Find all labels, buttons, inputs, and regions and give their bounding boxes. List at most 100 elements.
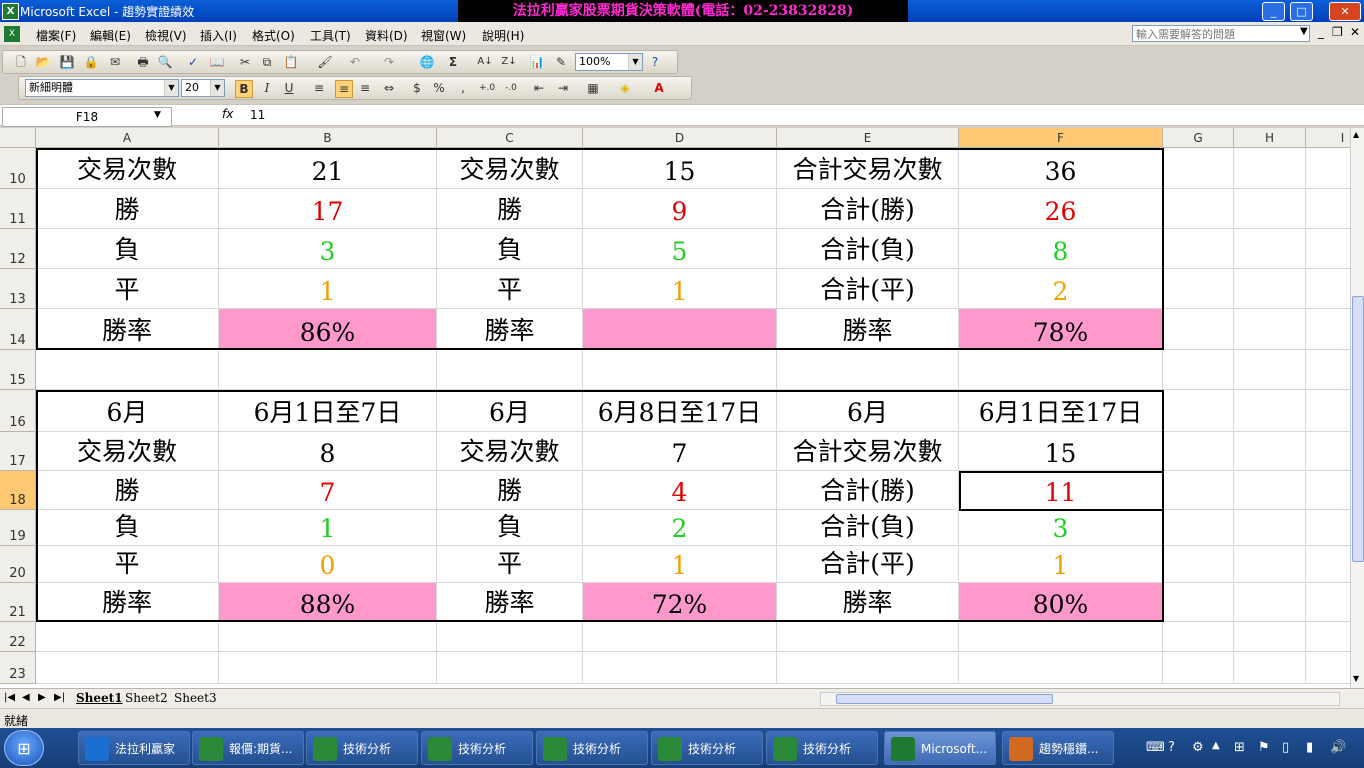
cell-b18[interactable]: 7 xyxy=(219,471,437,510)
cell-e14[interactable]: 勝率 xyxy=(777,309,959,350)
align-right-icon[interactable]: ≡ xyxy=(357,80,373,96)
cell-c20[interactable]: 平 xyxy=(437,546,583,583)
email-icon[interactable]: ✉ xyxy=(107,54,123,70)
cell-h16[interactable] xyxy=(1234,390,1306,432)
volume-icon[interactable]: 🔊 xyxy=(1330,740,1346,755)
cut-icon[interactable]: ✂ xyxy=(237,54,253,70)
cell-i19[interactable] xyxy=(1306,510,1350,546)
undo-icon[interactable]: ↶ xyxy=(347,54,363,70)
row-header-22[interactable]: 22 xyxy=(0,622,36,652)
tab-nav-next-icon[interactable]: ▶ xyxy=(38,692,46,703)
tab-nav-last-icon[interactable]: ▶| xyxy=(54,692,65,703)
cell-f16[interactable]: 6月1日至17日 xyxy=(959,390,1163,432)
show-hidden-icon[interactable]: ▲ xyxy=(1212,740,1220,751)
taskbar-item-7[interactable]: 技術分析 xyxy=(766,731,878,765)
cell-d15[interactable] xyxy=(583,350,777,390)
cell-f21[interactable]: 80% xyxy=(959,583,1163,622)
doc-restore-icon[interactable]: ❐ xyxy=(1332,25,1343,39)
cell-i11[interactable] xyxy=(1306,189,1350,229)
network-icon[interactable]: ▮ xyxy=(1306,740,1313,755)
sort-descending-icon[interactable]: Z↓ xyxy=(501,54,517,70)
cell-a14[interactable]: 勝率 xyxy=(36,309,219,350)
doc-close-icon[interactable]: ✕ xyxy=(1350,25,1360,39)
maximize-button[interactable]: □ xyxy=(1290,2,1313,21)
cell-f23[interactable] xyxy=(959,652,1163,684)
cell-h21[interactable] xyxy=(1234,583,1306,622)
column-header-i[interactable]: I xyxy=(1306,128,1350,148)
taskbar-item-8[interactable]: Microsoft... xyxy=(884,731,996,765)
cell-g19[interactable] xyxy=(1163,510,1234,546)
cell-e10[interactable]: 合計交易次數 xyxy=(777,148,959,189)
copy-icon[interactable]: ⧉ xyxy=(259,54,275,70)
cell-a21[interactable]: 勝率 xyxy=(36,583,219,622)
horizontal-scroll-thumb[interactable] xyxy=(836,694,1053,704)
cell-i22[interactable] xyxy=(1306,622,1350,652)
cell-h14[interactable] xyxy=(1234,309,1306,350)
sheet-tab-1[interactable]: Sheet1 xyxy=(76,691,123,705)
increase-indent-icon[interactable]: ⇥ xyxy=(555,80,571,96)
scroll-down-icon[interactable]: ▼ xyxy=(1353,674,1359,683)
cell-d19[interactable]: 2 xyxy=(583,510,777,546)
sheet-tab-3[interactable]: Sheet3 xyxy=(174,691,217,705)
cell-a12[interactable]: 負 xyxy=(36,229,219,269)
cell-d16[interactable]: 6月8日至17日 xyxy=(583,390,777,432)
italic-button[interactable]: I xyxy=(259,80,275,96)
row-header-14[interactable]: 14 xyxy=(0,309,36,350)
cell-h23[interactable] xyxy=(1234,652,1306,684)
row-header-12[interactable]: 12 xyxy=(0,229,36,269)
cell-b12[interactable]: 3 xyxy=(219,229,437,269)
cell-a15[interactable] xyxy=(36,350,219,390)
cell-c17[interactable]: 交易次數 xyxy=(437,432,583,471)
cell-c15[interactable] xyxy=(437,350,583,390)
currency-button[interactable]: $ xyxy=(409,80,425,96)
row-header-18[interactable]: 18 xyxy=(0,471,36,510)
menu-window[interactable]: 視窗(W) xyxy=(421,27,466,44)
increase-decimal-icon[interactable]: +.0 xyxy=(479,80,495,96)
cell-e11[interactable]: 合計(勝) xyxy=(777,189,959,229)
row-header-16[interactable]: 16 xyxy=(0,390,36,432)
cell-a16[interactable]: 6月 xyxy=(36,390,219,432)
align-left-icon[interactable]: ≡ xyxy=(311,80,327,96)
cell-f22[interactable] xyxy=(959,622,1163,652)
cell-a17[interactable]: 交易次數 xyxy=(36,432,219,471)
cell-c23[interactable] xyxy=(437,652,583,684)
cell-c22[interactable] xyxy=(437,622,583,652)
excel-icon[interactable]: X xyxy=(2,3,19,20)
cell-g23[interactable] xyxy=(1163,652,1234,684)
menu-format[interactable]: 格式(O) xyxy=(252,27,295,44)
cell-i15[interactable] xyxy=(1306,350,1350,390)
workbook-icon[interactable]: X xyxy=(4,26,20,42)
cell-f15[interactable] xyxy=(959,350,1163,390)
cell-a23[interactable] xyxy=(36,652,219,684)
taskbar-item-1[interactable]: 法拉利贏家 xyxy=(78,731,190,765)
cell-g10[interactable] xyxy=(1163,148,1234,189)
cell-g20[interactable] xyxy=(1163,546,1234,583)
tab-nav-first-icon[interactable]: |◀ xyxy=(4,692,15,703)
cell-f12[interactable]: 8 xyxy=(959,229,1163,269)
keyboard-icon[interactable]: ⌨ xyxy=(1146,740,1165,755)
cell-f11[interactable]: 26 xyxy=(959,189,1163,229)
cell-f14[interactable]: 78% xyxy=(959,309,1163,350)
font-name-select[interactable]: 新細明體 ▼ xyxy=(25,79,179,97)
percent-button[interactable]: % xyxy=(431,80,447,96)
cell-b19[interactable]: 1 xyxy=(219,510,437,546)
new-icon[interactable]: 🗋 xyxy=(13,54,29,70)
column-header-h[interactable]: H xyxy=(1234,128,1306,148)
cell-c13[interactable]: 平 xyxy=(437,269,583,309)
spreadsheet-grid[interactable]: ABCDEFGHI 10 11 12 13 14 15 16 17 18 19 20 21 22 23 交… xyxy=(0,128,1350,688)
cell-d14[interactable] xyxy=(583,309,777,350)
taskbar-item-2[interactable]: 報價:期貨... xyxy=(192,731,304,765)
cell-e12[interactable]: 合計(負) xyxy=(777,229,959,269)
paste-icon[interactable]: 📋 xyxy=(283,54,299,70)
cell-h13[interactable] xyxy=(1234,269,1306,309)
row-header-21[interactable]: 21 xyxy=(0,583,36,622)
cell-a11[interactable]: 勝 xyxy=(36,189,219,229)
taskbar-item-4[interactable]: 技術分析 xyxy=(421,731,533,765)
print-preview-icon[interactable]: 🔍 xyxy=(157,54,173,70)
function-icon[interactable]: fx xyxy=(222,107,233,121)
cell-a18[interactable]: 勝 xyxy=(36,471,219,510)
cell-b10[interactable]: 21 xyxy=(219,148,437,189)
taskbar-item-5[interactable]: 技術分析 xyxy=(536,731,648,765)
decrease-decimal-icon[interactable]: -.0 xyxy=(503,80,519,96)
action-center-icon[interactable]: ⚑ xyxy=(1258,740,1270,755)
